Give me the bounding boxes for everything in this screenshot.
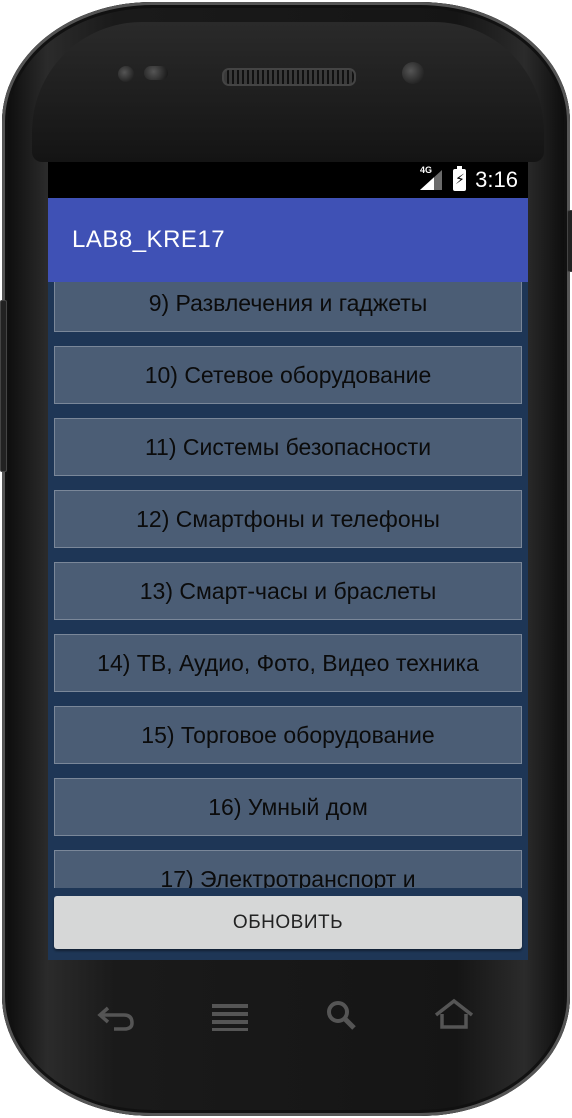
list-item[interactable]: 14) ТВ, Аудио, Фото, Видео техника <box>54 634 522 692</box>
battery-charging-icon: ⚡ <box>453 166 466 191</box>
list-item[interactable]: 11) Системы безопасности <box>54 418 522 476</box>
light-sensor <box>144 66 168 80</box>
app-bar: LAB8_KRE17 <box>48 198 528 282</box>
phone-top-bezel <box>32 22 544 162</box>
nav-bar <box>48 985 528 1045</box>
power-button[interactable] <box>567 210 572 272</box>
list-item[interactable]: 17) Электротранспорт и <box>54 850 522 888</box>
volume-button[interactable] <box>0 300 7 472</box>
list-item[interactable]: 10) Сетевое оборудование <box>54 346 522 404</box>
menu-icon[interactable] <box>208 995 252 1035</box>
earpiece-speaker <box>222 68 356 86</box>
refresh-area: ОБНОВИТЬ <box>48 888 528 960</box>
list-item[interactable]: 15) Торговое оборудование <box>54 706 522 764</box>
refresh-button[interactable]: ОБНОВИТЬ <box>54 896 522 949</box>
proximity-sensor <box>118 66 134 82</box>
app-title: LAB8_KRE17 <box>72 226 226 253</box>
device-screen: 4G ⚡ 3:16 LAB8_KRE17 9) Развлечения и га… <box>48 162 528 960</box>
front-camera <box>402 62 424 84</box>
list-item[interactable]: 12) Смартфоны и телефоны <box>54 490 522 548</box>
category-list-container[interactable]: 9) Развлечения и гаджеты 10) Сетевое обо… <box>48 282 528 888</box>
signal-icon <box>420 170 442 190</box>
category-list: 9) Развлечения и гаджеты 10) Сетевое обо… <box>54 282 522 888</box>
list-item[interactable]: 13) Смарт-часы и браслеты <box>54 562 522 620</box>
list-item[interactable]: 16) Умный дом <box>54 778 522 836</box>
status-bar: 4G ⚡ 3:16 <box>48 162 528 198</box>
home-icon[interactable] <box>432 995 476 1035</box>
list-item[interactable]: 9) Развлечения и гаджеты <box>54 282 522 332</box>
status-time: 3:16 <box>475 167 518 192</box>
charging-bolt-icon: ⚡ <box>455 172 465 188</box>
back-icon[interactable] <box>94 995 138 1035</box>
search-icon[interactable] <box>320 995 364 1035</box>
